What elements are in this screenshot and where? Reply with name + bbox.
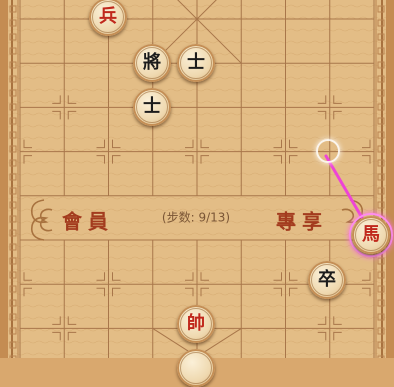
river-text-left: 會員 [62, 209, 114, 234]
black-general-piece[interactable]: 將 [133, 44, 171, 82]
target-point-marker[interactable] [316, 139, 340, 163]
step-label: 步数 [166, 210, 191, 225]
black-advisor-piece-1[interactable]: 士 [177, 44, 215, 82]
step-value: 9/13 [198, 210, 226, 225]
step-counter: (步数: 9/13) [161, 210, 231, 225]
red-horse-piece[interactable]: 馬 [352, 216, 390, 254]
red-piece-partial[interactable] [177, 349, 215, 387]
red-general-piece[interactable]: 帥 [177, 305, 215, 343]
xiangqi-board: 會員 專享 (步数: 9/13) 兵 將 士 士 馬 卒 帥 [0, 0, 394, 387]
black-soldier-piece[interactable]: 卒 [308, 261, 346, 299]
black-advisor-piece-2[interactable]: 士 [133, 88, 171, 126]
river-text-right: 專享 [276, 209, 328, 234]
